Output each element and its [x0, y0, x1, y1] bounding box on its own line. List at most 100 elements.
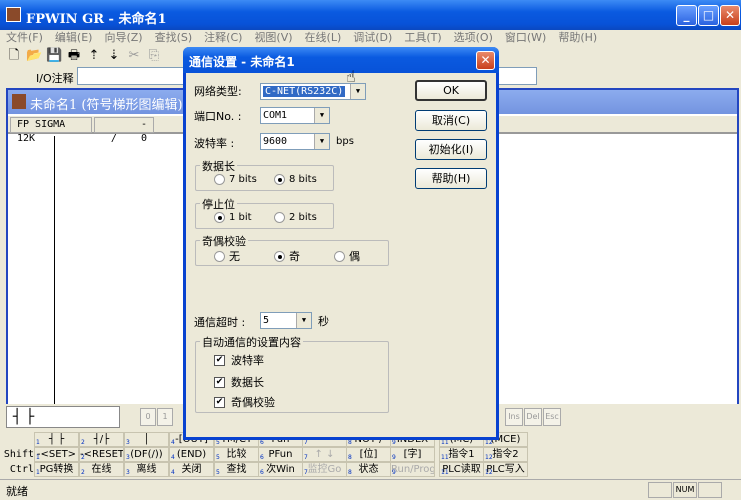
function-key[interactable]: 12 指令2	[483, 447, 528, 462]
key-number: 1	[36, 439, 40, 446]
menu-item[interactable]: 窗口(W)	[505, 30, 546, 46]
cancel-button[interactable]: 取消(C)	[415, 110, 487, 131]
function-key[interactable]: 2-<RESET>	[79, 447, 124, 462]
radio-label: 无	[229, 250, 240, 263]
plc-type: FP SIGMA 12K	[10, 117, 92, 144]
radio-2-bits[interactable]: 2 bits	[274, 212, 317, 223]
radio-odd[interactable]: 奇	[274, 248, 300, 264]
function-key[interactable]: 6 PFun	[258, 447, 303, 462]
function-key[interactable]: 4 (END)	[169, 447, 214, 462]
checkbox-baud[interactable]: ✔ 波特率	[214, 352, 264, 368]
function-key[interactable]: 3 │	[124, 432, 169, 447]
menu-item[interactable]: 注释(C)	[204, 30, 242, 46]
key-ins[interactable]: Ins	[505, 408, 523, 426]
function-key[interactable]: 1 -<SET>	[34, 447, 79, 462]
help-button[interactable]: 帮助(H)	[415, 168, 487, 189]
app-title: FPWIN GR - 未命名1	[26, 12, 167, 27]
parity-group: 奇偶校验 无 奇 偶	[195, 233, 389, 266]
menu-item[interactable]: 调试(D)	[353, 30, 392, 46]
function-key[interactable]: 7 ↑ ↓	[302, 447, 347, 462]
menu-item[interactable]: 文件(F)	[6, 30, 43, 46]
copy-icon[interactable]: ⎘	[146, 48, 162, 64]
key-label: 关闭	[181, 464, 202, 475]
radio-1-bit[interactable]: 1 bit	[214, 212, 252, 223]
function-key[interactable]: 6 次Win	[258, 462, 303, 477]
print-icon[interactable]: 🖶	[66, 48, 82, 64]
menu-item[interactable]: 选项(O)	[454, 30, 493, 46]
port-select[interactable]: COM1 ▼	[260, 107, 330, 124]
port-value: COM1	[263, 110, 288, 121]
chevron-down-icon[interactable]: ▼	[296, 313, 311, 328]
key-number: 3	[126, 469, 130, 476]
new-file-icon[interactable]: 🗋	[6, 48, 22, 64]
radio-7-bits[interactable]: 7 bits	[214, 174, 257, 185]
chevron-down-icon[interactable]: ▼	[314, 134, 329, 149]
download-icon[interactable]: ⇣	[106, 48, 122, 64]
menu-item[interactable]: 向导(Z)	[104, 30, 142, 46]
status-cell	[648, 482, 672, 498]
close-button[interactable]: ✕	[720, 5, 740, 26]
dialog-close-button[interactable]: ✕	[476, 51, 495, 70]
function-key[interactable]: 2 在线	[79, 462, 124, 477]
app-title-bar: FPWIN GR - 未命名1	[0, 0, 741, 30]
chevron-down-icon[interactable]: ▼	[314, 108, 329, 123]
baud-select[interactable]: 9600 ▼	[260, 133, 330, 150]
key-0[interactable]: 0	[140, 408, 156, 426]
function-key[interactable]: 8 状态	[346, 462, 391, 477]
function-key[interactable]: 8 [位]	[346, 447, 391, 462]
function-key[interactable]: 11 指令1	[439, 447, 484, 462]
radio-even[interactable]: 偶	[334, 248, 360, 264]
function-key[interactable]: 7 监控Go	[302, 462, 347, 477]
network-type-select[interactable]: C-NET(RS232C) ▼	[260, 83, 366, 100]
timeout-select[interactable]: 5 ▼	[260, 312, 312, 329]
menu-item[interactable]: 帮助(H)	[558, 30, 597, 46]
key-number: 8	[348, 439, 352, 446]
cut-icon[interactable]: ✂	[126, 48, 142, 64]
function-key[interactable]: 1 ┤ ├	[34, 432, 79, 447]
function-key[interactable]: 9 Run/Prog	[390, 462, 435, 477]
save-icon[interactable]: 💾	[46, 48, 62, 64]
chevron-down-icon[interactable]: ▼	[350, 84, 365, 99]
function-key[interactable]: 3 (DF(/))	[124, 447, 169, 462]
child-title: 未命名1 (符号梯形图编辑)	[30, 98, 183, 113]
function-key[interactable]: 2 ┤/├	[79, 432, 124, 447]
menu-item[interactable]: 查找(S)	[155, 30, 193, 46]
menu-item[interactable]: 在线(L)	[305, 30, 342, 46]
stop-bit-group: 停止位 1 bit 2 bits	[195, 196, 334, 229]
function-key[interactable]: 3 离线	[124, 462, 169, 477]
auto-settings-group: 自动通信的设置内容 ✔ 波特率 ✔ 数据长 ✔ 奇偶校验	[195, 334, 389, 413]
radio-selected-icon	[274, 174, 285, 185]
menu-item[interactable]: 视图(V)	[254, 30, 292, 46]
ok-button[interactable]: OK	[415, 80, 487, 101]
function-key[interactable]: 1 PG转换	[34, 462, 79, 477]
menu-item[interactable]: 编辑(E)	[55, 30, 93, 46]
function-key[interactable]: 5 查找	[214, 462, 259, 477]
key-number: 11	[441, 469, 449, 476]
radio-none[interactable]: 无	[214, 248, 240, 264]
function-key[interactable]: 11 PLC读取	[439, 462, 484, 477]
menu-item[interactable]: 工具(T)	[404, 30, 441, 46]
maximize-button[interactable]: □	[698, 5, 719, 26]
checkbox-parity[interactable]: ✔ 奇偶校验	[214, 394, 275, 410]
checkmark-icon: ✔	[214, 376, 225, 388]
dialog-title: 通信设置 - 未命名1	[189, 55, 295, 69]
upload-icon[interactable]: ⇡	[86, 48, 102, 64]
initialize-button[interactable]: 初始化(I)	[415, 139, 487, 160]
function-key[interactable]: 4 关闭	[169, 462, 214, 477]
key-number: 2	[81, 469, 85, 476]
function-key[interactable]: 12 PLC写入	[483, 462, 528, 477]
open-folder-icon[interactable]: 📂	[26, 48, 42, 64]
key-esc[interactable]: Esc	[543, 408, 561, 426]
radio-selected-icon	[274, 250, 285, 262]
checkbox-data-length[interactable]: ✔ 数据长	[214, 374, 264, 390]
radio-selected-icon	[214, 212, 225, 223]
minimize-button[interactable]: _	[676, 5, 697, 26]
key-label: 比较	[226, 449, 247, 460]
key-del[interactable]: Del	[524, 408, 542, 426]
timeout-value: 5	[263, 315, 270, 326]
key-1[interactable]: 1	[157, 408, 173, 426]
radio-8-bits[interactable]: 8 bits	[274, 174, 317, 185]
function-key[interactable]: 9 [字]	[390, 447, 435, 462]
function-key[interactable]: 5 比较	[214, 447, 259, 462]
baud-value: 9600	[263, 136, 288, 147]
